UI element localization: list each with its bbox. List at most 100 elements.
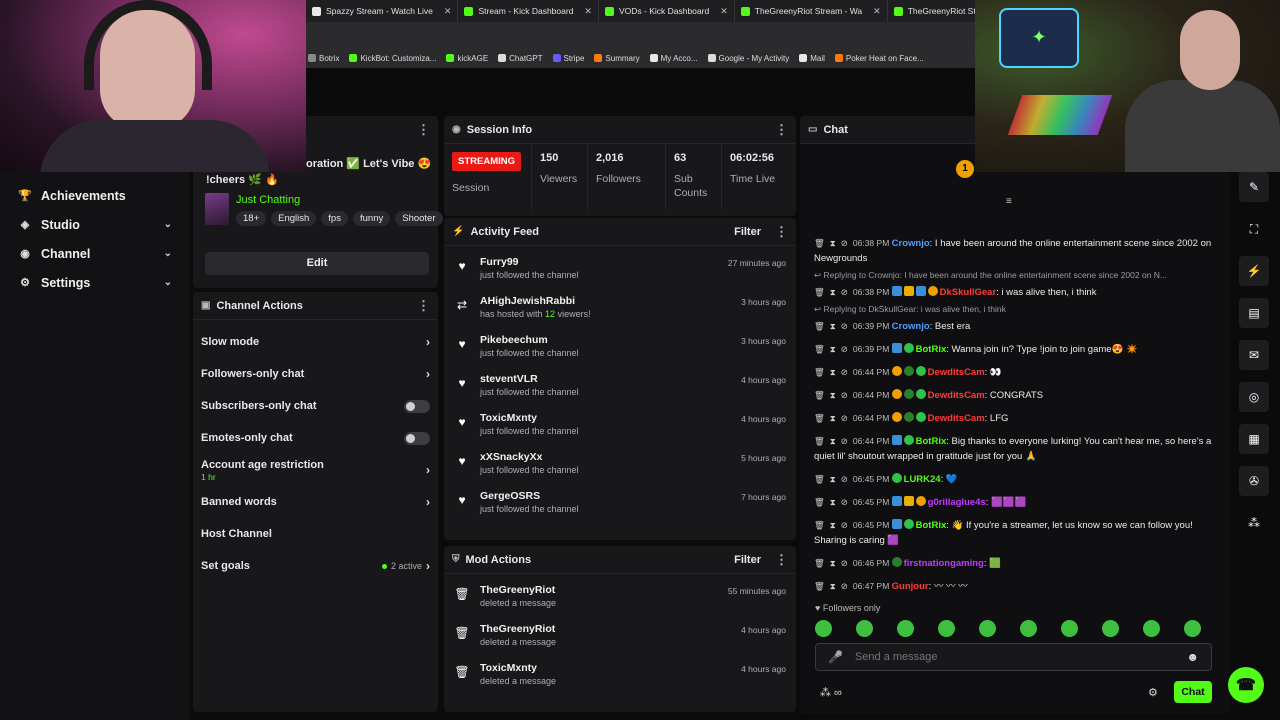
- timeout-icon[interactable]: ⧗: [830, 390, 836, 400]
- list-item[interactable]: ⇄ AHighJewishRabbi has hosted with 12 view…: [444, 291, 796, 330]
- bookmark-item[interactable]: kickAGE: [446, 54, 488, 63]
- chat-username[interactable]: Crownjo: [892, 238, 930, 249]
- chat-message[interactable]: 🗑 ⧗ ⊘ 06:38 PM Crownjo: I have been around …: [800, 232, 1230, 270]
- more-options-icon[interactable]: ⋮: [775, 552, 788, 568]
- browser-tab[interactable]: Stream - Kick Dashboard ✕: [458, 0, 599, 22]
- chevron-down-icon[interactable]: ⌄: [164, 277, 172, 288]
- chat-username[interactable]: BotRix: [916, 344, 947, 355]
- chevron-down-icon[interactable]: ⌄: [164, 219, 172, 230]
- sidebar-item-studio[interactable]: ◈ Studio ⌄: [0, 210, 190, 239]
- toggle-switch[interactable]: [404, 399, 430, 413]
- bookmark-item[interactable]: My Acco...: [649, 54, 698, 63]
- edit-stream-button[interactable]: Edit: [205, 252, 429, 275]
- list-item[interactable]: ♥ steventVLR just followed the channel 4 ho…: [444, 369, 796, 408]
- feed-user-name[interactable]: Furry99: [480, 256, 728, 268]
- chat-username[interactable]: firstnationgaming: [904, 558, 984, 569]
- channel-action-row[interactable]: Followers-only chat ›: [193, 358, 438, 390]
- chat-username[interactable]: BotRix: [916, 436, 947, 447]
- emote-icon[interactable]: [1143, 620, 1160, 637]
- timeout-icon[interactable]: ⧗: [830, 367, 836, 377]
- broadcast-icon[interactable]: ◎: [1239, 382, 1269, 412]
- emoji-picker-icon[interactable]: ☻: [1186, 650, 1199, 664]
- emote-icon[interactable]: [815, 620, 832, 637]
- chat-username[interactable]: LURK24: [904, 474, 941, 485]
- list-item[interactable]: ♥ GergeOSRS just followed the channel 7 hou…: [444, 486, 796, 525]
- chat-message[interactable]: 🗑 ⧗ ⊘ 06:46 PM firstnationgaming: 🟩: [800, 552, 1230, 575]
- sidebar-item-settings[interactable]: ⚙ Settings ⌄: [0, 268, 190, 297]
- channel-action-row[interactable]: Set goals 2 active ›: [193, 550, 438, 582]
- more-options-icon[interactable]: ⋮: [775, 224, 788, 240]
- scroll-handle-icon[interactable]: ≡: [1006, 196, 1012, 207]
- feed-user-name[interactable]: AHighJewishRabbi: [480, 295, 741, 307]
- chat-bubble-icon[interactable]: ✉: [1239, 340, 1269, 370]
- chat-message[interactable]: 🗑 ⧗ ⊘ 06:44 PM DewditsCam: CONGRATS: [800, 384, 1230, 407]
- ban-icon[interactable]: ⊘: [841, 520, 848, 530]
- pencil-icon[interactable]: ✎: [1239, 172, 1269, 202]
- sidebar-item-achievements[interactable]: 🏆 Achievements: [0, 181, 190, 210]
- browser-url-bar[interactable]: [306, 22, 975, 48]
- timeout-icon[interactable]: ⧗: [830, 344, 836, 354]
- toggle-switch[interactable]: [404, 431, 430, 445]
- list-item[interactable]: ♥ xXSnackyXx just followed the channel 5 ho…: [444, 447, 796, 486]
- channel-action-row[interactable]: Banned words ›: [193, 486, 438, 518]
- ban-icon[interactable]: ⊘: [841, 558, 848, 568]
- list-item[interactable]: ♥ Pikebeechum just followed the channel 3 h…: [444, 330, 796, 369]
- emote-icon[interactable]: [856, 620, 873, 637]
- chat-message-input[interactable]: [854, 651, 1187, 663]
- more-options-icon[interactable]: ⋮: [417, 122, 430, 138]
- delete-message-icon[interactable]: 🗑: [814, 497, 825, 507]
- chevron-right-icon[interactable]: ›: [426, 559, 430, 573]
- browser-tab[interactable]: VODs - Kick Dashboard ✕: [599, 0, 735, 22]
- chat-message[interactable]: 🗑 ⧗ ⊘ 06:45 PM LURK24: 💙: [800, 468, 1230, 491]
- chevron-right-icon[interactable]: ›: [426, 367, 430, 381]
- delete-message-icon[interactable]: 🗑: [814, 581, 825, 591]
- chat-username[interactable]: Gunjour: [892, 581, 929, 592]
- channel-action-row[interactable]: Emotes-only chat: [193, 422, 438, 454]
- timeout-icon[interactable]: ⧗: [830, 238, 836, 248]
- channel-action-row[interactable]: Subscribers-only chat: [193, 390, 438, 422]
- delete-message-icon[interactable]: 🗑: [814, 344, 825, 354]
- ban-icon[interactable]: ⊘: [841, 344, 848, 354]
- chat-username[interactable]: BotRix: [916, 520, 947, 531]
- chat-message[interactable]: 🗑 ⧗ ⊘ 06:39 PM Crownjo: Best era: [800, 315, 1230, 338]
- more-options-icon[interactable]: ⋮: [775, 122, 788, 138]
- ban-icon[interactable]: ⊘: [841, 321, 848, 331]
- chat-message[interactable]: 🗑 ⧗ ⊘ 06:38 PM DkSkullGear: i was alive the…: [800, 281, 1230, 304]
- more-options-icon[interactable]: ⋮: [417, 298, 430, 314]
- timeout-icon[interactable]: ⧗: [830, 287, 836, 297]
- list-item[interactable]: 🗑 TheGreenyRiot deleted a message 4 hours a…: [444, 619, 796, 658]
- list-item[interactable]: 🗑 TheGreenyRiot deleted a message 55 minute…: [444, 580, 796, 619]
- emote-icon[interactable]: [1102, 620, 1119, 637]
- close-tab-icon[interactable]: ✕: [584, 6, 592, 17]
- ban-icon[interactable]: ⊘: [841, 436, 848, 446]
- emote-icon[interactable]: [938, 620, 955, 637]
- ban-icon[interactable]: ⊘: [841, 497, 848, 507]
- chat-username[interactable]: DkSkullGear: [940, 287, 997, 298]
- delete-message-icon[interactable]: 🗑: [814, 390, 825, 400]
- emote-icon[interactable]: [1184, 620, 1201, 637]
- ban-icon[interactable]: ⊘: [841, 287, 848, 297]
- chat-settings-icon[interactable]: ⚙: [1148, 686, 1158, 699]
- timeout-icon[interactable]: ⧗: [830, 497, 836, 507]
- bookmark-item[interactable]: Mail: [799, 54, 825, 63]
- ban-icon[interactable]: ⊘: [841, 390, 848, 400]
- bookmark-item[interactable]: Summary: [594, 54, 640, 63]
- stream-category[interactable]: Just Chatting: [236, 194, 300, 206]
- stream-tag[interactable]: 18+: [236, 211, 267, 226]
- timeout-icon[interactable]: ⧗: [830, 558, 836, 568]
- emote-icon[interactable]: [897, 620, 914, 637]
- channel-action-row[interactable]: Account age restriction 1 hr ›: [193, 454, 438, 486]
- delete-message-icon[interactable]: 🗑: [814, 238, 825, 248]
- timeout-icon[interactable]: ⧗: [830, 474, 836, 484]
- stream-tag[interactable]: fps: [321, 211, 348, 226]
- close-tab-icon[interactable]: ✕: [873, 6, 881, 17]
- chat-message[interactable]: 🗑 ⧗ ⊘ 06:44 PM BotRix: Big thanks to everyo…: [800, 430, 1230, 468]
- delete-message-icon[interactable]: 🗑: [814, 436, 825, 446]
- chat-username[interactable]: DewditsCam: [928, 390, 985, 401]
- chat-extras-icon[interactable]: ⁂ ∞: [820, 686, 842, 699]
- timeout-icon[interactable]: ⧗: [830, 321, 836, 331]
- delete-message-icon[interactable]: 🗑: [814, 558, 825, 568]
- chat-message[interactable]: 🗑 ⧗ ⊘ 06:45 PM BotRix: 👋 If you're a stream…: [800, 514, 1230, 552]
- close-tab-icon[interactable]: ✕: [720, 6, 728, 17]
- send-chat-button[interactable]: Chat: [1174, 681, 1212, 703]
